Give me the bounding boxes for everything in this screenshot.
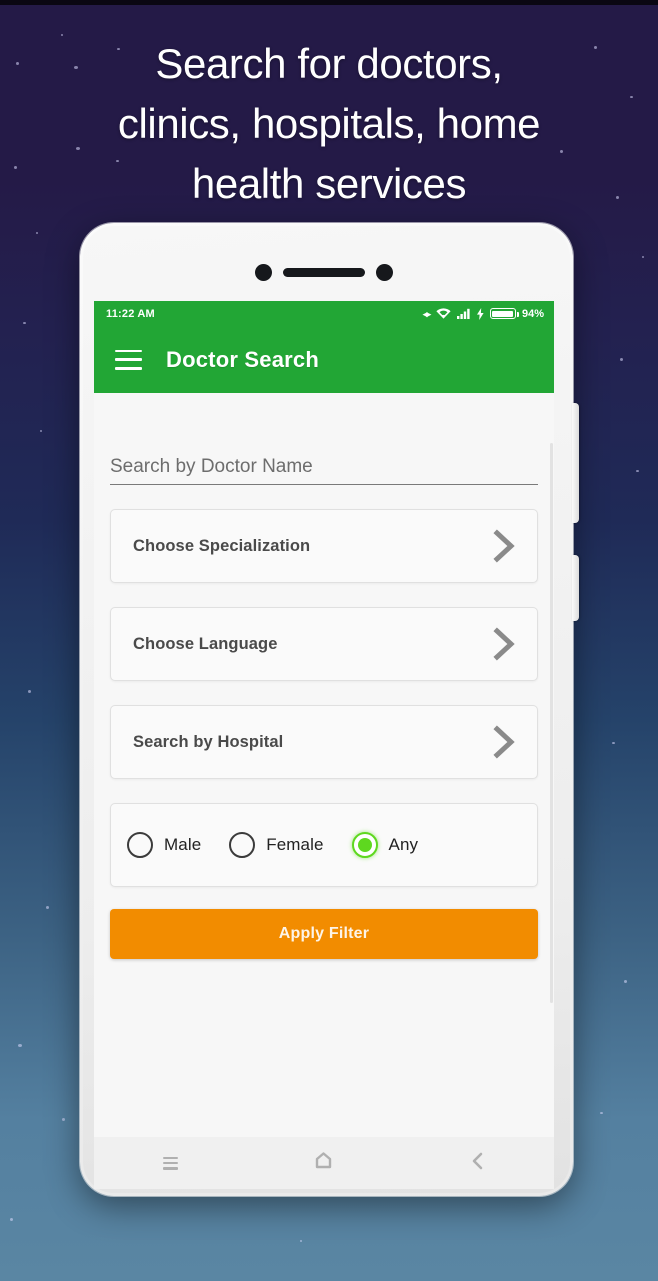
cellular-signal-icon: [456, 308, 471, 319]
phone-top-bezel: [80, 223, 573, 301]
recents-icon: [163, 1156, 179, 1170]
phone-mockup: 11:22 AM ◂▸ 94% Doctor Search Search by …: [80, 223, 579, 1196]
app-bar: Doctor Search: [94, 326, 554, 393]
search-by-hospital-label: Search by Hospital: [133, 732, 284, 751]
radio-option-any[interactable]: Any: [351, 832, 419, 858]
radio-button-any[interactable]: [351, 832, 378, 858]
radio-option-female[interactable]: Female: [229, 832, 323, 858]
chevron-right-icon: [491, 724, 519, 760]
radio-button-female[interactable]: [229, 832, 256, 858]
choose-language-label: Choose Language: [133, 634, 278, 653]
headline-line-3: health services: [191, 160, 467, 207]
back-button[interactable]: [457, 1143, 497, 1183]
headline-line-2: clinics, hospitals, home: [117, 100, 541, 147]
search-by-hospital-row[interactable]: Search by Hospital: [110, 705, 538, 779]
charging-bolt-icon: [476, 307, 484, 320]
doctor-name-search-field[interactable]: [110, 441, 538, 485]
promo-screenshot: Search for doctors, clinics, hospitals, …: [0, 0, 658, 1281]
choose-specialization-label: Choose Specialization: [133, 536, 311, 555]
hamburger-menu-icon[interactable]: [115, 349, 142, 370]
top-black-strip: [0, 0, 658, 5]
app-bar-title: Doctor Search: [166, 346, 319, 372]
proximity-sensor-icon: [376, 264, 393, 281]
back-icon: [470, 1152, 485, 1175]
promo-headline: Search for doctors, clinics, hospitals, …: [0, 34, 658, 214]
battery-icon: [489, 308, 519, 319]
search-input[interactable]: [110, 456, 538, 478]
headline-line-1: Search for doctors,: [155, 40, 503, 87]
phone-screen: 11:22 AM ◂▸ 94% Doctor Search Search by …: [94, 301, 554, 1137]
data-transfer-icon: ◂▸: [422, 309, 431, 319]
status-icons: ◂▸ 94%: [422, 307, 544, 320]
status-bar: 11:22 AM ◂▸ 94%: [94, 301, 554, 326]
android-navigation-bar: [94, 1137, 554, 1189]
choose-language-row[interactable]: Choose Language: [110, 607, 538, 681]
status-time: 11:22 AM: [106, 307, 155, 320]
volume-button[interactable]: [572, 403, 579, 523]
home-icon: [315, 1152, 332, 1174]
wifi-icon: [436, 308, 451, 319]
power-button[interactable]: [572, 555, 579, 621]
radio-label-male: Male: [164, 835, 202, 854]
radio-button-male[interactable]: [127, 832, 153, 858]
battery-percent: 94%: [521, 307, 544, 320]
earpiece-speaker: [283, 268, 365, 277]
choose-specialization-row[interactable]: Choose Specialization: [110, 509, 538, 583]
radio-option-male[interactable]: Male: [127, 832, 201, 858]
radio-label-female: Female: [266, 835, 324, 854]
chevron-right-icon: [491, 626, 519, 662]
chevron-right-icon: [491, 528, 519, 564]
home-button[interactable]: [304, 1143, 344, 1183]
apply-filter-button[interactable]: Apply Filter: [110, 909, 538, 959]
recents-button[interactable]: [151, 1143, 191, 1183]
radio-label-any: Any: [388, 835, 419, 854]
scrollbar[interactable]: [550, 443, 553, 1003]
gender-filter-group: Male Female Any: [110, 803, 538, 887]
screen-content: Choose Specialization Choose Language: [94, 441, 554, 1137]
front-camera-icon: [255, 264, 272, 281]
